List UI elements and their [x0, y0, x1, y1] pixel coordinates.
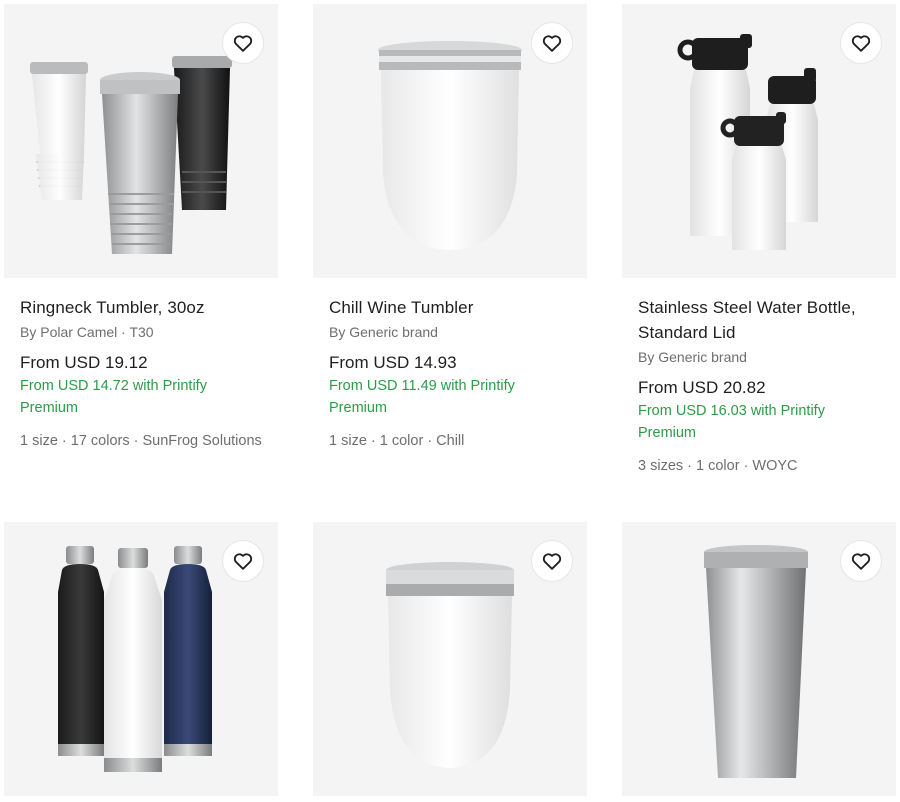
- product-title[interactable]: Ringneck Tumbler, 30oz: [20, 295, 264, 320]
- product-brand: By Generic brand: [329, 324, 438, 340]
- product-image[interactable]: [313, 522, 587, 796]
- favorite-button[interactable]: [531, 22, 573, 64]
- product-card[interactable]: Stainless Steel Water Bottle, Standard L…: [622, 4, 898, 477]
- product-card[interactable]: [622, 522, 898, 796]
- product-grid: Ringneck Tumbler, 30oz By Polar Camel · …: [0, 0, 900, 802]
- product-card[interactable]: [4, 522, 280, 796]
- product-card[interactable]: Chill Wine Tumbler By Generic brand From…: [313, 4, 589, 452]
- product-card[interactable]: Ringneck Tumbler, 30oz By Polar Camel · …: [4, 4, 280, 452]
- premium-price: From USD 16.03 with Printify Premium: [638, 403, 825, 441]
- product-price: From USD 14.93: [329, 353, 457, 372]
- product-meta: 3 sizes · 1 color · WOYC: [638, 458, 798, 474]
- premium-price: From USD 14.72 with Printify Premium: [20, 378, 207, 416]
- heart-icon: [233, 35, 253, 52]
- favorite-button[interactable]: [222, 540, 264, 582]
- product-meta: 1 size · 17 colors · SunFrog Solutions: [20, 433, 262, 449]
- product-card[interactable]: [313, 522, 589, 796]
- favorite-button[interactable]: [222, 22, 264, 64]
- product-image[interactable]: [313, 4, 587, 278]
- product-info: Ringneck Tumbler, 30oz By Polar Camel · …: [4, 278, 280, 452]
- product-info: Stainless Steel Water Bottle, Standard L…: [622, 278, 898, 477]
- product-brand: By Generic brand: [638, 349, 747, 365]
- product-image[interactable]: [4, 522, 278, 796]
- favorite-button[interactable]: [531, 540, 573, 582]
- heart-icon: [851, 35, 871, 52]
- product-info: Chill Wine Tumbler By Generic brand From…: [313, 278, 589, 452]
- product-title[interactable]: Chill Wine Tumbler: [329, 295, 573, 320]
- product-brand: By Polar Camel · T30: [20, 324, 154, 340]
- premium-price: From USD 11.49 with Printify Premium: [329, 378, 515, 416]
- heart-icon: [542, 553, 562, 570]
- favorite-button[interactable]: [840, 22, 882, 64]
- heart-icon: [233, 553, 253, 570]
- product-image[interactable]: [4, 4, 278, 278]
- product-image[interactable]: [622, 522, 896, 796]
- product-price: From USD 20.82: [638, 378, 766, 397]
- product-price: From USD 19.12: [20, 353, 148, 372]
- product-title[interactable]: Stainless Steel Water Bottle, Standard L…: [638, 295, 882, 345]
- favorite-button[interactable]: [840, 540, 882, 582]
- heart-icon: [542, 35, 562, 52]
- product-meta: 1 size · 1 color · Chill: [329, 433, 465, 449]
- heart-icon: [851, 553, 871, 570]
- product-image[interactable]: [622, 4, 896, 278]
